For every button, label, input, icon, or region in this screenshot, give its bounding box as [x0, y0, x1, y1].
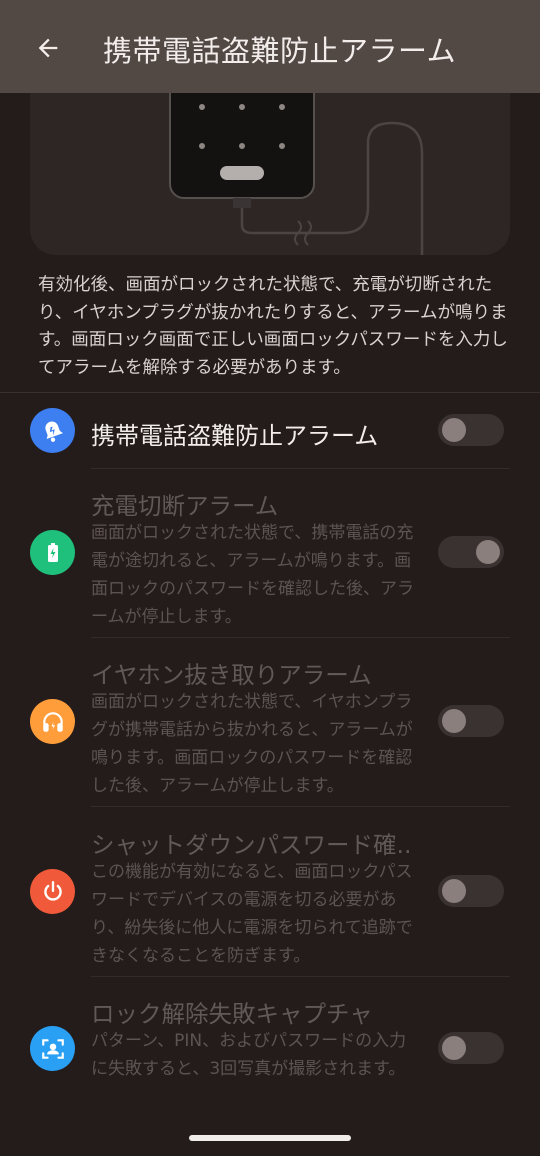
main-alarm-title: 携帯電話盗難防止アラーム	[91, 422, 379, 450]
shutdown-password-row[interactable]: シャットダウンパスワード確.. この機能が有効になると、画面ロックパスワードでデ…	[30, 817, 510, 975]
item-description: パターン、PIN、およびパスワードの入力に失敗すると、3回写真が撮影されます。	[91, 1031, 407, 1079]
power-icon	[43, 880, 62, 901]
toggle-knob	[442, 1036, 466, 1060]
charging-alarm-toggle[interactable]	[438, 536, 504, 568]
back-button[interactable]	[30, 30, 66, 66]
item-description: 画面がロックされた状態で、携帯電話の充電が途切れると、アラームが鳴ります。画面ロ…	[91, 523, 414, 627]
item-icon-circle	[30, 530, 75, 575]
bell-alarm-icon	[44, 420, 63, 442]
toggle-knob	[442, 879, 466, 903]
divider	[91, 806, 510, 807]
divider	[91, 468, 510, 469]
unlock-failure-capture-row[interactable]: ロック解除失敗キャプチャ パターン、PIN、およびパスワードの入力に失敗すると、…	[30, 986, 510, 1116]
page-title: 携帯電話盗難防止アラーム	[103, 34, 457, 68]
headphones-icon	[42, 711, 63, 732]
item-description: 画面がロックされた状態で、イヤホンプラグが携帯電話から抜かれると、アラームが鳴り…	[91, 692, 413, 796]
toggle-knob	[442, 418, 466, 442]
item-title: ロック解除失敗キャプチャ	[91, 1000, 373, 1028]
unlock-failure-capture-toggle[interactable]	[438, 1032, 504, 1064]
arrow-left-icon	[38, 38, 58, 58]
toggle-knob	[442, 709, 466, 733]
earphone-alarm-row[interactable]: イヤホン抜き取りアラーム 画面がロックされた状態で、イヤホンプラグが携帯電話から…	[30, 647, 510, 805]
illustration	[30, 93, 510, 255]
face-scan-icon	[41, 1038, 64, 1059]
battery-charging-icon	[47, 542, 58, 562]
item-icon-circle	[30, 1026, 75, 1071]
divider	[0, 392, 540, 393]
main-alarm-row[interactable]: 携帯電話盗難防止アラーム	[30, 405, 510, 467]
shutdown-password-toggle[interactable]	[438, 875, 504, 907]
earphone-alarm-toggle[interactable]	[438, 705, 504, 737]
divider	[91, 976, 510, 977]
item-title: イヤホン抜き取りアラーム	[91, 661, 372, 689]
item-title: シャットダウンパスワード確..	[91, 831, 412, 859]
main-icon-circle	[30, 408, 75, 453]
item-icon-circle	[30, 869, 75, 914]
item-icon-circle	[30, 699, 75, 744]
item-title: 充電切断アラーム	[91, 492, 279, 520]
charging-alarm-row[interactable]: 充電切断アラーム 画面がロックされた状態で、携帯電話の充電が途切れると、アラーム…	[30, 478, 510, 636]
item-description: この機能が有効になると、画面ロックパスワードでデバイスの電源を切る必要があり、紛…	[91, 862, 413, 966]
toggle-knob	[476, 540, 500, 564]
app-bar: 携帯電話盗難防止アラーム	[0, 0, 540, 93]
main-alarm-toggle[interactable]	[438, 414, 504, 446]
divider	[91, 637, 510, 638]
feature-description: 有効化後、画面がロックされた状態で、充電が切断されたり、イヤホンプラグが抜かれた…	[38, 275, 508, 378]
home-indicator[interactable]	[189, 1135, 351, 1141]
